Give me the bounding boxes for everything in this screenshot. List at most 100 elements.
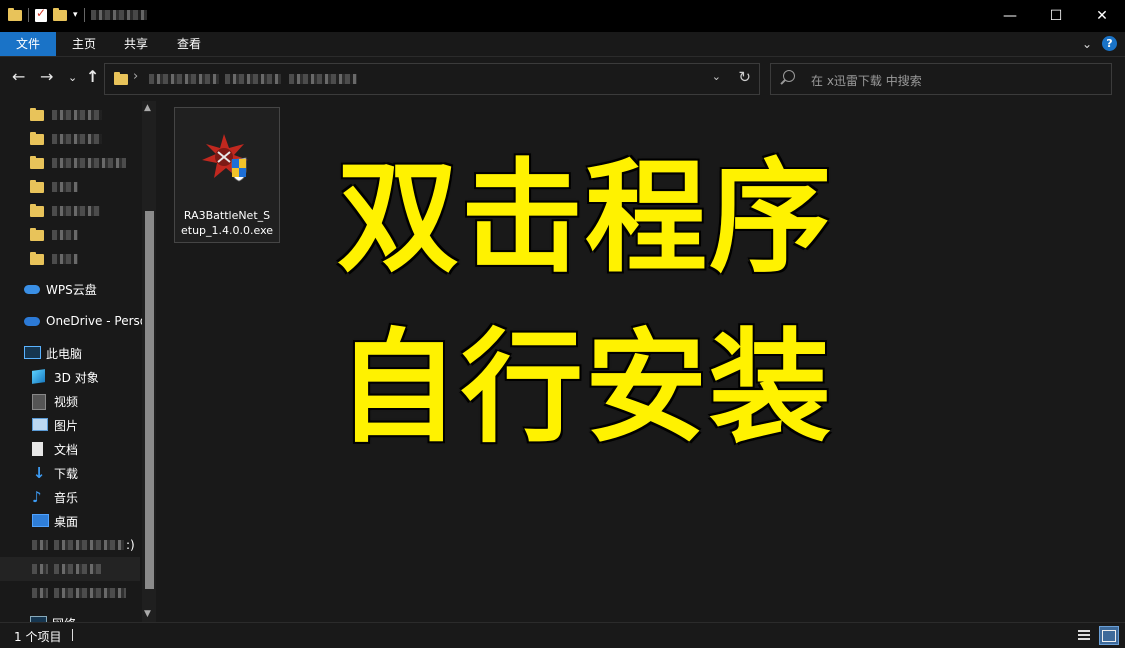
tab-view[interactable]: 查看	[162, 32, 216, 56]
drive-name-blurred	[54, 588, 126, 598]
new-folder-icon[interactable]	[53, 7, 67, 21]
folder-name-blurred	[52, 110, 102, 120]
folder-name-blurred	[52, 134, 102, 144]
sidebar-item-documents[interactable]: 文档	[32, 437, 158, 461]
address-dropdown-chevron-icon[interactable]: ⌄	[712, 70, 721, 83]
sidebar-item-drive[interactable]	[32, 581, 158, 605]
quick-access-item[interactable]	[30, 127, 158, 151]
caption-line-2: 自行安装	[337, 317, 833, 459]
folder-icon	[114, 72, 128, 85]
ribbon-controls: ⌄ ?	[1082, 36, 1117, 51]
sidebar-item-label: :)	[126, 538, 135, 552]
drive-name-blurred	[54, 564, 102, 574]
close-button[interactable]: ✕	[1079, 0, 1125, 32]
sidebar-item-this-pc[interactable]: 此电脑	[24, 341, 158, 365]
sidebar-item-label: 桌面	[54, 514, 79, 529]
quick-access-item[interactable]	[30, 199, 158, 223]
folder-icon	[30, 155, 44, 169]
sidebar-item-downloads[interactable]: ↓ 下载	[32, 461, 158, 485]
folder-icon	[30, 107, 44, 121]
breadcrumb-blurred[interactable]	[225, 74, 281, 84]
status-bar: 1 个项目	[0, 622, 1125, 648]
folder-name-blurred	[52, 230, 78, 240]
folder-name-blurred	[52, 206, 100, 216]
status-separator	[72, 629, 73, 641]
forward-arrow-icon[interactable]: →	[40, 67, 53, 86]
document-icon	[32, 442, 48, 456]
navigation-pane: WPS云盘 OneDrive - Perso 此电脑 3D 对象 视频 图片 文…	[0, 101, 158, 622]
picture-icon	[32, 418, 48, 432]
search-input[interactable]: 在 x迅雷下载 中搜索	[811, 72, 922, 89]
help-icon[interactable]: ?	[1102, 36, 1117, 51]
maximize-button[interactable]: ☐	[1033, 0, 1079, 32]
sidebar-item-label: OneDrive - Perso	[46, 314, 148, 328]
quick-access-item[interactable]	[30, 223, 158, 247]
sidebar-item-onedrive[interactable]: OneDrive - Perso	[24, 309, 158, 333]
window-title-blurred	[90, 10, 147, 20]
folder-name-blurred	[52, 254, 78, 264]
cube-icon	[32, 369, 48, 384]
music-icon: ♪	[32, 488, 42, 506]
sidebar-item-label: 下载	[54, 466, 79, 481]
minimize-button[interactable]: —	[987, 0, 1033, 32]
download-icon: ↓	[32, 464, 46, 482]
sidebar-item-wps[interactable]: WPS云盘	[24, 277, 158, 301]
sidebar-item-drive[interactable]: :)	[32, 533, 158, 557]
breadcrumb-chevron-icon[interactable]: ›	[133, 69, 138, 84]
recent-locations-chevron-icon[interactable]: ⌄	[68, 71, 77, 84]
sidebar-item-label: 文档	[54, 442, 79, 457]
onedrive-cloud-icon	[24, 314, 40, 328]
quick-access-item[interactable]	[30, 151, 158, 175]
folder-name-blurred	[52, 158, 126, 168]
tab-file[interactable]: 文件	[0, 32, 56, 56]
sidebar-item-drive-selected[interactable]	[0, 557, 140, 581]
sidebar-item-label: 网络	[52, 615, 76, 623]
drive-icon	[32, 564, 48, 574]
expand-ribbon-chevron-icon[interactable]: ⌄	[1082, 37, 1092, 51]
sidebar-item-label: 图片	[54, 418, 79, 433]
view-switcher	[1075, 626, 1119, 645]
back-arrow-icon[interactable]: ←	[12, 67, 25, 86]
address-bar[interactable]: › ⌄ ↻	[104, 63, 760, 95]
sidebar-item-videos[interactable]: 视频	[32, 389, 158, 413]
tab-home[interactable]: 主页	[58, 32, 110, 56]
sidebar-item-3d-objects[interactable]: 3D 对象	[32, 365, 158, 389]
item-count: 1 个项目	[14, 630, 62, 644]
computer-icon	[24, 346, 41, 360]
breadcrumb-blurred[interactable]	[149, 74, 219, 84]
window-controls: — ☐ ✕	[987, 0, 1125, 32]
folder-name-blurred	[52, 182, 78, 192]
folder-icon	[8, 7, 22, 21]
drive-icon	[32, 588, 48, 598]
sidebar-item-label: 此电脑	[46, 346, 83, 361]
folder-icon	[30, 179, 44, 193]
folder-icon	[30, 227, 44, 241]
customize-toolbar-icon[interactable]: ▾	[73, 10, 78, 20]
sidebar-item-pictures[interactable]: 图片	[32, 413, 158, 437]
sidebar-item-label: 3D 对象	[54, 370, 99, 385]
breadcrumb-blurred[interactable]	[289, 74, 357, 84]
search-box[interactable]: 在 x迅雷下载 中搜索	[770, 63, 1112, 95]
video-icon	[32, 394, 48, 410]
cloud-icon	[24, 282, 40, 296]
sidebar-item-label: 音乐	[54, 490, 79, 505]
scroll-up-arrow-icon[interactable]: ▲	[144, 103, 151, 113]
large-icons-view-button[interactable]	[1099, 626, 1119, 645]
sidebar-item-network[interactable]: 网络	[30, 611, 158, 622]
scroll-down-arrow-icon[interactable]: ▼	[144, 609, 151, 619]
title-bar: ▾ — ☐ ✕	[0, 0, 1125, 32]
up-arrow-icon[interactable]: ↑	[86, 67, 99, 86]
quick-access-item[interactable]	[30, 247, 158, 271]
properties-icon[interactable]	[35, 6, 47, 22]
sidebar-item-desktop[interactable]: 桌面	[32, 509, 158, 533]
sidebar-item-music[interactable]: ♪ 音乐	[32, 485, 158, 509]
tab-share[interactable]: 共享	[110, 32, 162, 56]
refresh-icon[interactable]: ↻	[738, 68, 751, 86]
quick-access-item[interactable]	[30, 103, 158, 127]
quick-access-item[interactable]	[30, 175, 158, 199]
sidebar-item-label: 视频	[54, 394, 79, 409]
folder-icon	[30, 203, 44, 217]
search-icon	[783, 70, 795, 82]
scrollbar-thumb[interactable]	[145, 211, 154, 589]
details-view-button[interactable]	[1075, 626, 1093, 643]
